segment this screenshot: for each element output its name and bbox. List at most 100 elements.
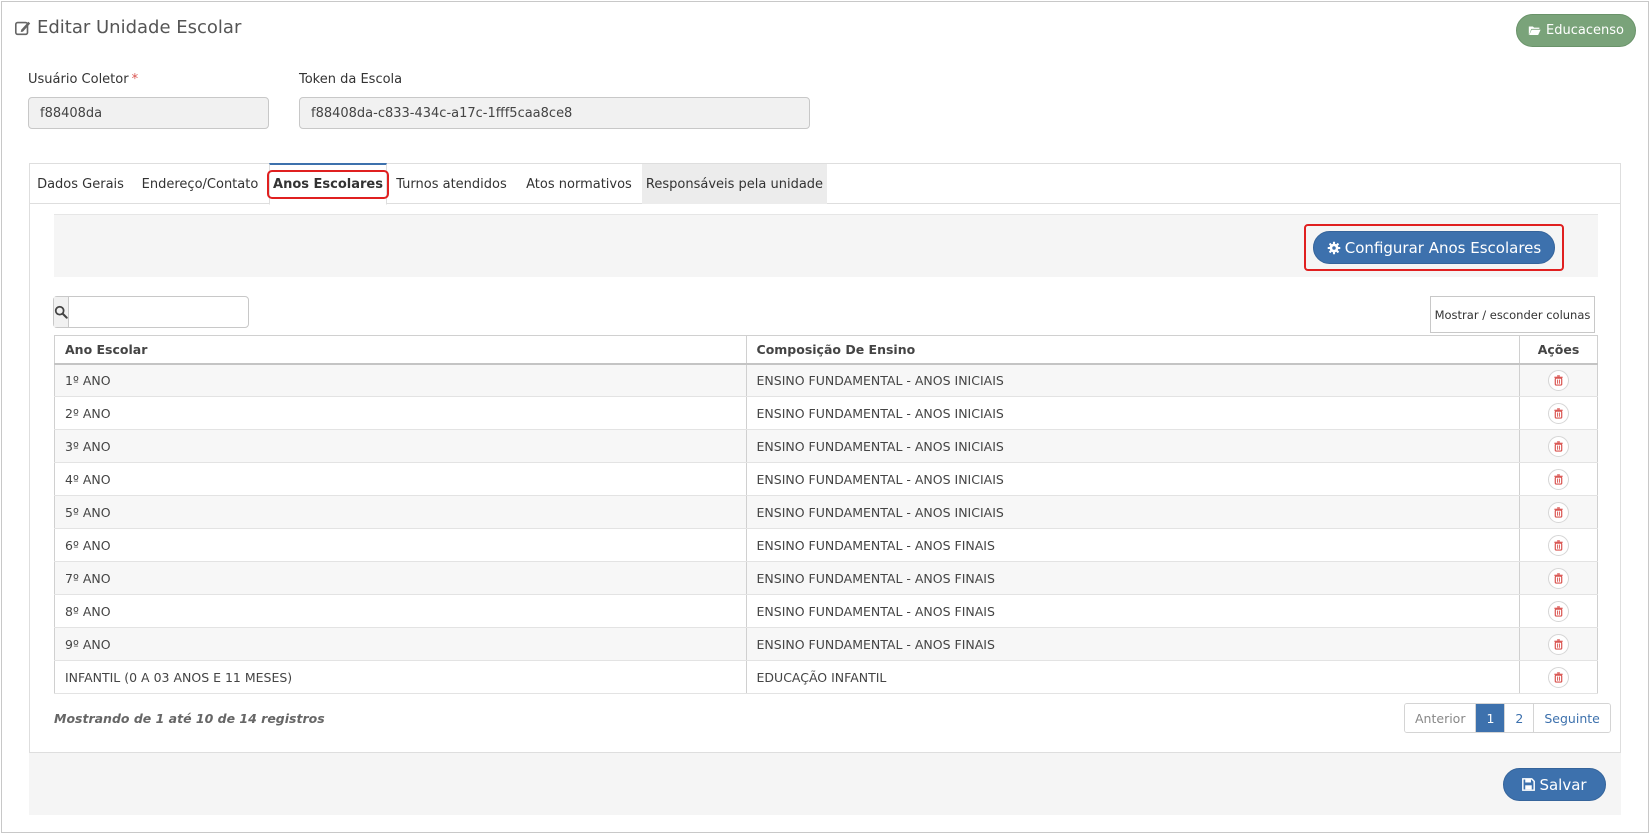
tab-atos-normativos[interactable]: Atos normativos [516,164,642,204]
table-row: INFANTIL (0 A 03 ANOS E 11 MESES) EDUCAÇÃ… [54,660,1598,694]
trash-icon [1554,638,1563,650]
delete-row-button[interactable] [1548,600,1569,622]
page-title: Editar Unidade Escolar [14,17,241,38]
usuario-coletor-label: Usuário Coletor * [28,72,139,87]
floppy-disk-icon [1522,778,1536,791]
save-button[interactable]: Salvar [1503,768,1606,801]
cell-composicao: ENSINO FUNDAMENTAL - ANOS FINAIS [745,594,1521,628]
save-label: Salvar [1539,775,1587,794]
cell-acoes [1519,429,1598,463]
folder-open-icon [1528,26,1541,35]
delete-row-button[interactable] [1548,567,1569,589]
cell-composicao: ENSINO FUNDAMENTAL - ANOS INICIAIS [745,462,1521,496]
cell-acoes [1519,495,1598,529]
cell-acoes [1519,396,1598,430]
cell-composicao: ENSINO FUNDAMENTAL - ANOS INICIAIS [745,495,1521,529]
trash-icon [1554,506,1563,518]
trash-icon [1554,407,1563,419]
required-mark: * [131,72,139,87]
tab-responsaveis-pela-unidade[interactable]: Responsáveis pela unidade [642,164,827,204]
trash-icon [1554,473,1563,485]
search-input[interactable] [69,297,255,327]
delete-row-button[interactable] [1548,468,1569,490]
cell-acoes [1519,462,1598,496]
delete-row-button[interactable] [1548,501,1569,523]
cell-composicao: ENSINO FUNDAMENTAL - ANOS INICIAIS [745,363,1521,397]
cell-composicao: ENSINO FUNDAMENTAL - ANOS INICIAIS [745,396,1521,430]
usuario-coletor-value: f88408da [40,105,103,121]
tab-bar: Dados Gerais Endereço/Contato Anos Escol… [30,163,1620,205]
column-header-composicao[interactable]: Composição De Ensino [745,335,1521,365]
table-info: Mostrando de 1 até 10 de 14 registros [54,711,325,726]
cell-ano-escolar: 8º ANO [54,594,747,628]
table-body: 1º ANO ENSINO FUNDAMENTAL - ANOS INICIAIS… [54,363,1598,694]
search-addon [54,297,69,327]
toggle-columns-button[interactable]: Mostrar / esconder colunas [1430,296,1595,333]
cell-ano-escolar: 9º ANO [54,627,747,661]
delete-row-button[interactable] [1548,435,1569,457]
educacenso-label: Educacenso [1546,23,1624,38]
table-row: 7º ANO ENSINO FUNDAMENTAL - ANOS FINAIS [54,561,1598,595]
table-row: 6º ANO ENSINO FUNDAMENTAL - ANOS FINAIS [54,528,1598,562]
table-row: 3º ANO ENSINO FUNDAMENTAL - ANOS INICIAIS [54,429,1598,463]
delete-row-button[interactable] [1548,666,1569,688]
cell-ano-escolar: 5º ANO [54,495,747,529]
cell-acoes [1519,528,1598,562]
trash-icon [1554,605,1563,617]
cell-acoes [1519,627,1598,661]
pagination-page-1[interactable]: 1 [1476,704,1506,732]
cell-acoes [1519,594,1598,628]
configurar-label: Configurar Anos Escolares [1344,238,1542,257]
trash-icon [1554,572,1563,584]
column-header-ano-escolar[interactable]: Ano Escolar [54,335,747,365]
cell-composicao: ENSINO FUNDAMENTAL - ANOS FINAIS [745,561,1521,595]
cell-ano-escolar: 4º ANO [54,462,747,496]
cell-composicao: ENSINO FUNDAMENTAL - ANOS FINAIS [745,528,1521,562]
tab-endereco-contato[interactable]: Endereço/Contato [131,164,269,204]
search-box [53,296,255,328]
cell-composicao: EDUCAÇÃO INFANTIL [745,660,1521,694]
cell-ano-escolar: 6º ANO [54,528,747,562]
trash-icon [1554,375,1563,386]
pagination-next[interactable]: Seguinte [1534,704,1610,732]
cell-ano-escolar: INFANTIL (0 A 03 ANOS E 11 MESES) [54,660,747,694]
token-escola-field[interactable]: f88408da-c833-434c-a17c-1fff5caa8ce8 [299,97,810,129]
table-row: 2º ANO ENSINO FUNDAMENTAL - ANOS INICIAIS [54,396,1598,430]
configurar-anos-escolares-button[interactable]: Configurar Anos Escolares [1313,231,1555,264]
tab-turnos-atendidos[interactable]: Turnos atendidos [387,164,516,204]
gear-icon [1327,241,1341,254]
delete-row-button[interactable] [1548,633,1569,655]
delete-row-button[interactable] [1548,534,1569,556]
educacenso-button[interactable]: Educacenso [1516,14,1636,47]
delete-row-button[interactable] [1548,369,1569,391]
cell-ano-escolar: 3º ANO [54,429,747,463]
pagination-page-2[interactable]: 2 [1505,704,1535,732]
usuario-coletor-field[interactable]: f88408da [28,97,269,129]
cell-ano-escolar: 7º ANO [54,561,747,595]
table-row: 1º ANO ENSINO FUNDAMENTAL - ANOS INICIAIS [54,363,1598,397]
pagination-prev[interactable]: Anterior [1405,704,1477,732]
table-header-row: Ano Escolar Composição De Ensino Ações [54,335,1598,365]
trash-icon [1554,539,1563,551]
table-row: 9º ANO ENSINO FUNDAMENTAL - ANOS FINAIS [54,627,1598,661]
footer-well [29,753,1621,815]
cell-composicao: ENSINO FUNDAMENTAL - ANOS INICIAIS [745,429,1521,463]
cell-composicao: ENSINO FUNDAMENTAL - ANOS FINAIS [745,627,1521,661]
token-escola-value: f88408da-c833-434c-a17c-1fff5caa8ce8 [311,105,573,121]
cell-acoes [1519,561,1598,595]
table-row: 8º ANO ENSINO FUNDAMENTAL - ANOS FINAIS [54,594,1598,628]
delete-row-button[interactable] [1548,402,1569,424]
pagination: Anterior 1 2 Seguinte [1404,703,1611,733]
edit-icon [14,21,31,35]
cell-acoes [1519,363,1598,397]
cell-ano-escolar: 2º ANO [54,396,747,430]
token-escola-label: Token da Escola [299,72,403,87]
trash-icon [1554,671,1563,683]
column-header-acoes: Ações [1519,335,1598,365]
page-title-text: Editar Unidade Escolar [37,17,242,38]
cell-acoes [1519,660,1598,694]
tab-anos-escolares[interactable]: Anos Escolares [267,163,389,205]
table-row: 4º ANO ENSINO FUNDAMENTAL - ANOS INICIAIS [54,462,1598,496]
tab-dados-gerais[interactable]: Dados Gerais [30,164,131,204]
cell-ano-escolar: 1º ANO [54,363,747,397]
